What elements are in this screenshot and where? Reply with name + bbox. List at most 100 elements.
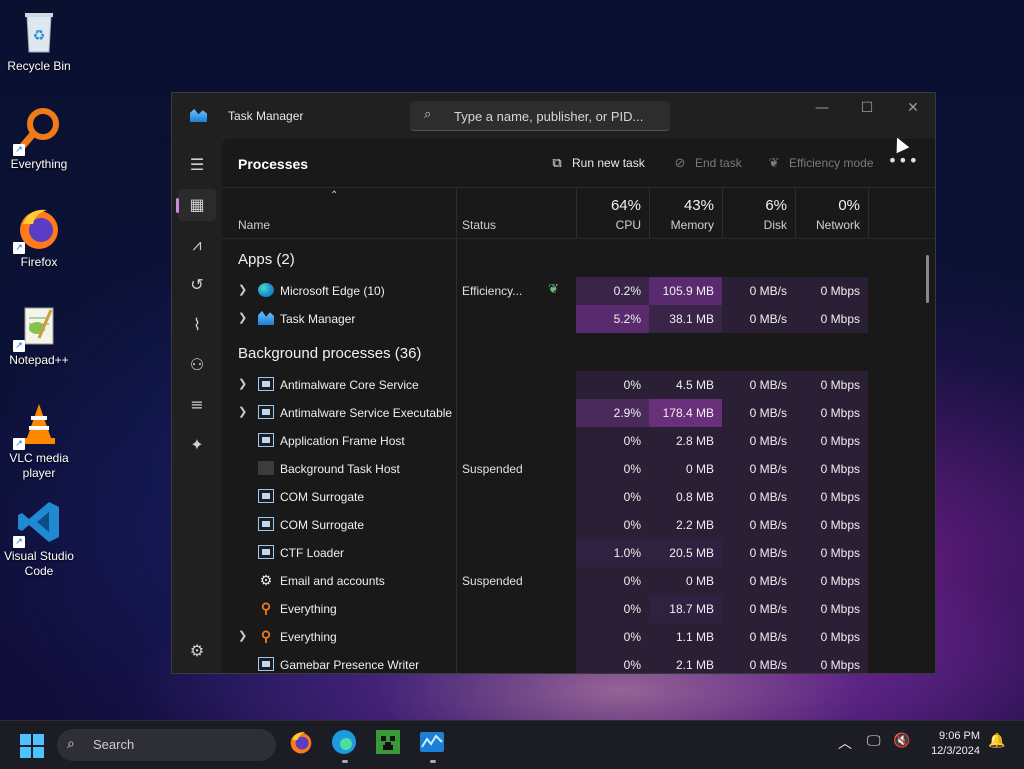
desktop-icon-recycle-bin[interactable]: ♻ Recycle Bin — [4, 8, 74, 74]
desktop-icon-everything[interactable]: ↗ Everything — [4, 106, 74, 172]
sort-up-icon: ⌃ — [330, 190, 339, 201]
column-divider — [722, 188, 723, 238]
nav-settings-icon[interactable]: ⚙ — [178, 635, 216, 667]
windows-logo-icon — [20, 734, 44, 758]
taskbar-firefox[interactable] — [288, 729, 316, 757]
scrollbar-thumb[interactable] — [926, 255, 929, 303]
background-task-icon — [258, 461, 274, 475]
table-row[interactable]: ❯ Microsoft Edge (10) Efficiency... ❦ 0.… — [222, 277, 918, 305]
shortcut-arrow-icon: ↗ — [13, 340, 25, 352]
column-disk[interactable]: 6% Disk — [722, 188, 795, 238]
task-manager-logo-icon — [190, 109, 207, 122]
nav-users-icon[interactable]: ⚇ — [178, 349, 216, 381]
desktop-icon-vlc[interactable]: ↗ VLC media player — [4, 400, 74, 481]
taskbar: ⌕ Search ︿ 🖵 🔇 9:06 PM 12/3/2024 🔔 — [0, 720, 1024, 769]
gear-icon: ⚙ — [259, 572, 273, 588]
table-row[interactable]: Background Task Host Suspended 0% 0 MB 0… — [222, 455, 918, 483]
everything-icon: ⚲ — [260, 628, 272, 644]
table-row[interactable]: ❯ Task Manager 5.2% 38.1 MB 0 MB/s 0 Mbp… — [222, 305, 918, 333]
column-network[interactable]: 0% Network — [795, 188, 868, 238]
expand-chevron-icon[interactable]: ❯ — [238, 311, 247, 324]
hamburger-menu-icon[interactable]: ☰ — [178, 149, 216, 181]
efficiency-leaf-icon: ❦ — [548, 281, 559, 296]
taskbar-task-manager[interactable] — [419, 729, 447, 763]
system-clock[interactable]: 9:06 PM 12/3/2024 — [931, 729, 980, 759]
nav-details-icon[interactable]: ≡ — [178, 389, 216, 421]
table-header: ⌃ Name Status 64% CPU 43% Memory 6% Disk… — [222, 188, 935, 239]
run-new-task-button[interactable]: ⧉ Run new task — [548, 155, 644, 171]
table-row[interactable]: CTF Loader 1.0% 20.5 MB 0 MB/s 0 Mbps — [222, 539, 918, 567]
column-cpu[interactable]: 64% CPU — [576, 188, 649, 238]
table-row[interactable]: Gamebar Presence Writer 0% 2.1 MB 0 MB/s… — [222, 651, 918, 673]
group-header-apps: Apps (2) — [238, 251, 295, 268]
nav-services-icon[interactable]: ✦ — [178, 429, 216, 461]
search-input[interactable] — [454, 106, 664, 126]
svg-text:♻: ♻ — [33, 28, 46, 44]
network-icon[interactable]: 🖵 — [867, 733, 881, 749]
maximize-button[interactable]: ☐ — [845, 97, 889, 119]
volume-muted-icon[interactable]: 🔇 — [893, 733, 910, 749]
efficiency-mode-button[interactable]: ❦ Efficiency mode — [765, 155, 874, 171]
processes-panel: Processes ⧉ Run new task ⊘ End task ❦ Effic… — [222, 139, 935, 673]
expand-chevron-icon[interactable]: ❯ — [238, 377, 247, 390]
more-options-icon[interactable]: ••• — [888, 151, 919, 170]
everything-icon: ↗ — [13, 106, 63, 156]
shortcut-arrow-icon: ↗ — [13, 438, 25, 450]
window-title: Task Manager — [228, 109, 304, 123]
expand-chevron-icon[interactable]: ❯ — [238, 283, 247, 296]
shortcut-arrow-icon: ↗ — [13, 242, 25, 254]
end-task-button[interactable]: ⊘ End task — [671, 155, 742, 171]
process-list: Apps (2) ❯ Microsoft Edge (10) Efficienc… — [222, 239, 935, 673]
task-manager-window: Task Manager ⌕ — ☐ ✕ ☰ ▦ ⩘ ↺ ⌇ ⚇ ≡ ✦ ⚙ P… — [171, 92, 936, 674]
table-row[interactable]: ⚙ Email and accounts Suspended 0% 0 MB 0… — [222, 567, 918, 595]
system-process-icon — [258, 405, 274, 419]
table-row[interactable]: COM Surrogate 0% 0.8 MB 0 MB/s 0 Mbps — [222, 483, 918, 511]
search-box[interactable]: ⌕ — [410, 101, 670, 131]
nav-performance-icon[interactable]: ⩘ — [178, 229, 216, 261]
column-divider — [649, 188, 650, 238]
system-process-icon — [258, 517, 274, 531]
vscode-icon: ↗ — [13, 498, 63, 548]
table-row[interactable]: ❯ ⚲ Everything 0% 1.1 MB 0 MB/s 0 Mbps — [222, 623, 918, 651]
nav-app-history-icon[interactable]: ↺ — [178, 269, 216, 301]
column-divider — [576, 188, 577, 238]
desktop-icon-firefox[interactable]: ↗ Firefox — [4, 204, 74, 270]
show-hidden-icons-chevron-icon[interactable]: ︿ — [838, 733, 852, 753]
expand-chevron-icon[interactable]: ❯ — [238, 629, 247, 642]
desktop-icon-notepad-plus-plus[interactable]: ↗ Notepad++ — [4, 302, 74, 368]
close-button[interactable]: ✕ — [891, 97, 935, 119]
column-name[interactable]: ⌃ Name — [222, 188, 456, 238]
vlc-icon: ↗ — [13, 400, 63, 450]
table-row[interactable]: ⚲ Everything 0% 18.7 MB 0 MB/s 0 Mbps — [222, 595, 918, 623]
task-manager-icon — [258, 311, 274, 325]
column-status[interactable]: Status — [446, 188, 576, 238]
table-row[interactable]: ❯ Antimalware Service Executable 2.9% 17… — [222, 399, 918, 427]
taskbar-minecraft[interactable] — [375, 729, 403, 757]
system-process-icon — [258, 657, 274, 671]
table-row[interactable]: ❯ Antimalware Core Service 0% 4.5 MB 0 M… — [222, 371, 918, 399]
nav-processes-icon[interactable]: ▦ — [176, 189, 216, 221]
minimize-button[interactable]: — — [800, 97, 844, 119]
toolbar: Processes ⧉ Run new task ⊘ End task ❦ Effic… — [222, 139, 935, 188]
start-button[interactable] — [20, 734, 44, 758]
table-row[interactable]: COM Surrogate 0% 2.2 MB 0 MB/s 0 Mbps — [222, 511, 918, 539]
column-memory[interactable]: 43% Memory — [649, 188, 722, 238]
nav-startup-apps-icon[interactable]: ⌇ — [178, 309, 216, 341]
system-process-icon — [258, 545, 274, 559]
title-bar[interactable]: Task Manager ⌕ — ☐ ✕ — [172, 93, 935, 139]
column-divider — [795, 188, 796, 238]
expand-chevron-icon[interactable]: ❯ — [238, 405, 247, 418]
notification-bell-icon[interactable]: 🔔 — [988, 733, 1005, 749]
taskbar-edge[interactable] — [331, 729, 359, 763]
system-process-icon — [258, 489, 274, 503]
system-process-icon — [258, 433, 274, 447]
desktop-icon-vscode[interactable]: ↗ Visual Studio Code — [4, 498, 74, 579]
notepad-plus-plus-icon: ↗ — [13, 302, 63, 352]
edge-icon — [258, 283, 274, 297]
search-icon: ⌕ — [67, 736, 75, 752]
edge-icon — [332, 730, 356, 754]
table-row[interactable]: Application Frame Host 0% 2.8 MB 0 MB/s … — [222, 427, 918, 455]
firefox-icon: ↗ — [13, 204, 63, 254]
taskbar-search[interactable]: ⌕ Search — [57, 729, 276, 761]
firefox-icon — [290, 732, 312, 754]
